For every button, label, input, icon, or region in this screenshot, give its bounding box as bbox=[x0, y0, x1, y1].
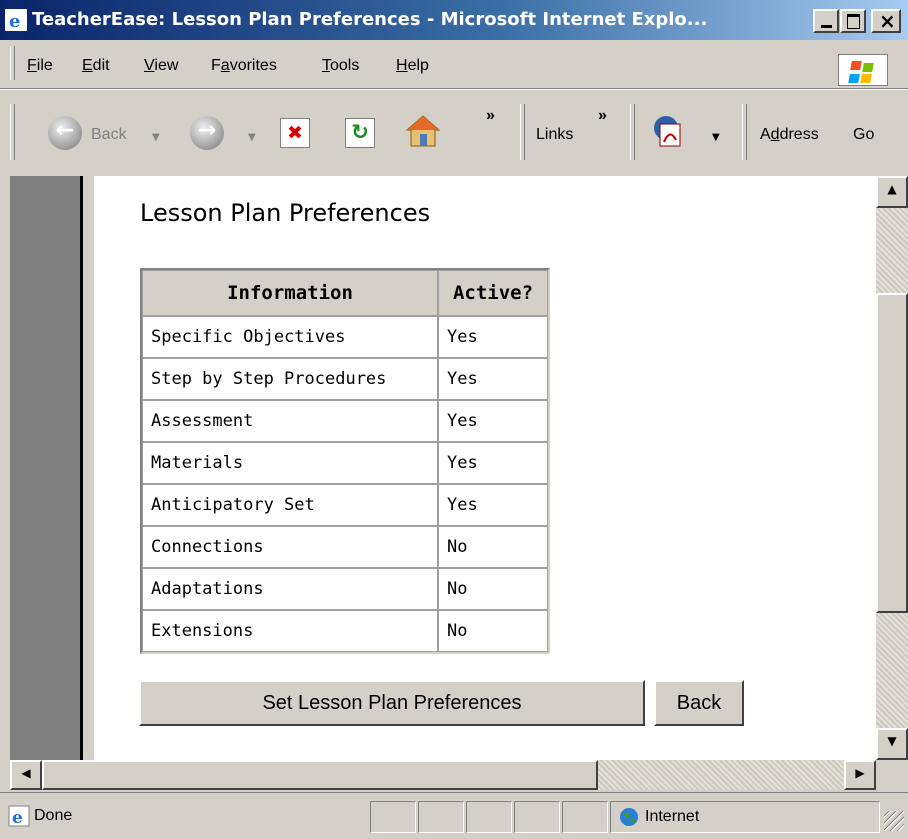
home-icon[interactable] bbox=[405, 114, 441, 148]
page-title: Lesson Plan Preferences bbox=[140, 199, 431, 227]
table-row: Adaptations No bbox=[142, 568, 548, 610]
svg-text:e: e bbox=[12, 808, 23, 827]
table-header-row: Information Active? bbox=[142, 270, 548, 316]
status-panel bbox=[418, 801, 464, 833]
links-overflow-chevron[interactable]: » bbox=[598, 107, 607, 125]
vertical-scrollbar[interactable]: ▲ ▼ bbox=[876, 176, 908, 760]
column-header-information: Information bbox=[142, 270, 438, 316]
ie-icon: e bbox=[5, 9, 27, 31]
status-panel bbox=[466, 801, 512, 833]
scroll-up-button[interactable]: ▲ bbox=[876, 176, 908, 208]
preferences-table: Information Active? Specific Objectives … bbox=[140, 268, 550, 654]
row-information: Adaptations bbox=[142, 568, 438, 610]
window-title: TeacherEase: Lesson Plan Preferences - M… bbox=[32, 9, 708, 30]
row-active: Yes bbox=[438, 484, 548, 526]
row-information: Materials bbox=[142, 442, 438, 484]
menu-view[interactable]: View bbox=[144, 57, 178, 75]
arrow-up-icon: ▲ bbox=[887, 182, 897, 196]
status-bar: e Done Internet bbox=[0, 792, 908, 839]
back-arrow-icon[interactable]: ← bbox=[48, 116, 82, 150]
row-information: Connections bbox=[142, 526, 438, 568]
arrow-down-icon: ▼ bbox=[887, 734, 897, 748]
status-text: Done bbox=[34, 807, 73, 824]
status-panel bbox=[562, 801, 608, 833]
maximize-button[interactable] bbox=[840, 9, 866, 33]
table-row: Materials Yes bbox=[142, 442, 548, 484]
row-active: Yes bbox=[438, 442, 548, 484]
table-row: Step by Step Procedures Yes bbox=[142, 358, 548, 400]
scroll-right-button[interactable]: ▶ bbox=[844, 760, 876, 790]
table-row: Extensions No bbox=[142, 610, 548, 652]
table-row: Connections No bbox=[142, 526, 548, 568]
arrow-right-icon: ▶ bbox=[855, 766, 865, 780]
close-icon: × bbox=[879, 9, 896, 33]
page-left-margin bbox=[10, 176, 80, 760]
title-bar: e TeacherEase: Lesson Plan Preferences -… bbox=[0, 0, 908, 40]
scroll-left-button[interactable]: ◀ bbox=[10, 760, 42, 790]
ie-page-icon: e bbox=[8, 805, 30, 827]
row-active: No bbox=[438, 610, 548, 652]
menu-favorites[interactable]: Favorites bbox=[211, 57, 277, 75]
go-button[interactable]: Go bbox=[853, 126, 874, 144]
svg-text:e: e bbox=[9, 11, 20, 31]
row-information: Specific Objectives bbox=[142, 316, 438, 358]
row-active: Yes bbox=[438, 316, 548, 358]
horizontal-scrollbar[interactable]: ◀ ▶ bbox=[10, 760, 876, 790]
row-active: No bbox=[438, 568, 548, 610]
row-information: Assessment bbox=[142, 400, 438, 442]
status-panel bbox=[514, 801, 560, 833]
menu-file[interactable]: File bbox=[27, 57, 53, 75]
address-grip[interactable] bbox=[742, 104, 747, 160]
column-header-active: Active? bbox=[438, 270, 548, 316]
table-row: Assessment Yes bbox=[142, 400, 548, 442]
horizontal-scroll-thumb[interactable] bbox=[42, 760, 598, 790]
zone-text: Internet bbox=[645, 808, 700, 825]
menu-edit[interactable]: Edit bbox=[82, 57, 110, 75]
links-grip[interactable] bbox=[520, 104, 525, 160]
links-label[interactable]: Links bbox=[536, 126, 573, 144]
table-row: Anticipatory Set Yes bbox=[142, 484, 548, 526]
scroll-down-button[interactable]: ▼ bbox=[876, 728, 908, 760]
zone-panel: Internet bbox=[610, 801, 880, 833]
row-information: Step by Step Procedures bbox=[142, 358, 438, 400]
toolbar-grip[interactable] bbox=[10, 104, 15, 160]
windows-logo-icon bbox=[838, 54, 888, 86]
stop-icon[interactable]: ✖ bbox=[280, 118, 310, 148]
address-label: Address bbox=[760, 126, 819, 143]
resize-grip[interactable] bbox=[884, 811, 904, 831]
chevron-down-icon[interactable]: ▼ bbox=[152, 132, 160, 143]
pdf-icon[interactable] bbox=[650, 114, 686, 148]
chevron-down-icon[interactable]: ▼ bbox=[248, 132, 256, 143]
back-button[interactable]: Back bbox=[654, 680, 744, 726]
toolbar-overflow-chevron[interactable]: » bbox=[486, 107, 495, 125]
row-active: Yes bbox=[438, 400, 548, 442]
menubar-grip[interactable] bbox=[10, 46, 15, 80]
row-active: Yes bbox=[438, 358, 548, 400]
scrollbar-corner bbox=[876, 760, 908, 790]
page-left-border-inner bbox=[83, 176, 94, 760]
toolbar: ← Back ▼ → ▼ ✖ ↻ » Links » ▼ Address Go bbox=[0, 89, 908, 175]
refresh-icon[interactable]: ↻ bbox=[345, 118, 375, 148]
row-information: Anticipatory Set bbox=[142, 484, 438, 526]
chevron-down-icon[interactable]: ▼ bbox=[712, 132, 720, 143]
minimize-button[interactable] bbox=[813, 9, 839, 33]
row-information: Extensions bbox=[142, 610, 438, 652]
menu-tools[interactable]: Tools bbox=[322, 57, 359, 75]
back-button-label[interactable]: Back bbox=[91, 126, 127, 144]
row-active: No bbox=[438, 526, 548, 568]
menu-help[interactable]: Help bbox=[396, 57, 429, 75]
menu-bar: File Edit View Favorites Tools Help bbox=[0, 40, 908, 89]
close-button[interactable]: × bbox=[871, 9, 901, 33]
globe-icon bbox=[620, 808, 638, 826]
vertical-scroll-thumb[interactable] bbox=[876, 293, 908, 613]
pdf-grip[interactable] bbox=[630, 104, 635, 160]
arrow-left-icon: ◀ bbox=[21, 766, 31, 780]
set-lesson-plan-preferences-button[interactable]: Set Lesson Plan Preferences bbox=[139, 680, 645, 726]
forward-arrow-icon[interactable]: → bbox=[190, 116, 224, 150]
table-row: Specific Objectives Yes bbox=[142, 316, 548, 358]
status-panel bbox=[370, 801, 416, 833]
